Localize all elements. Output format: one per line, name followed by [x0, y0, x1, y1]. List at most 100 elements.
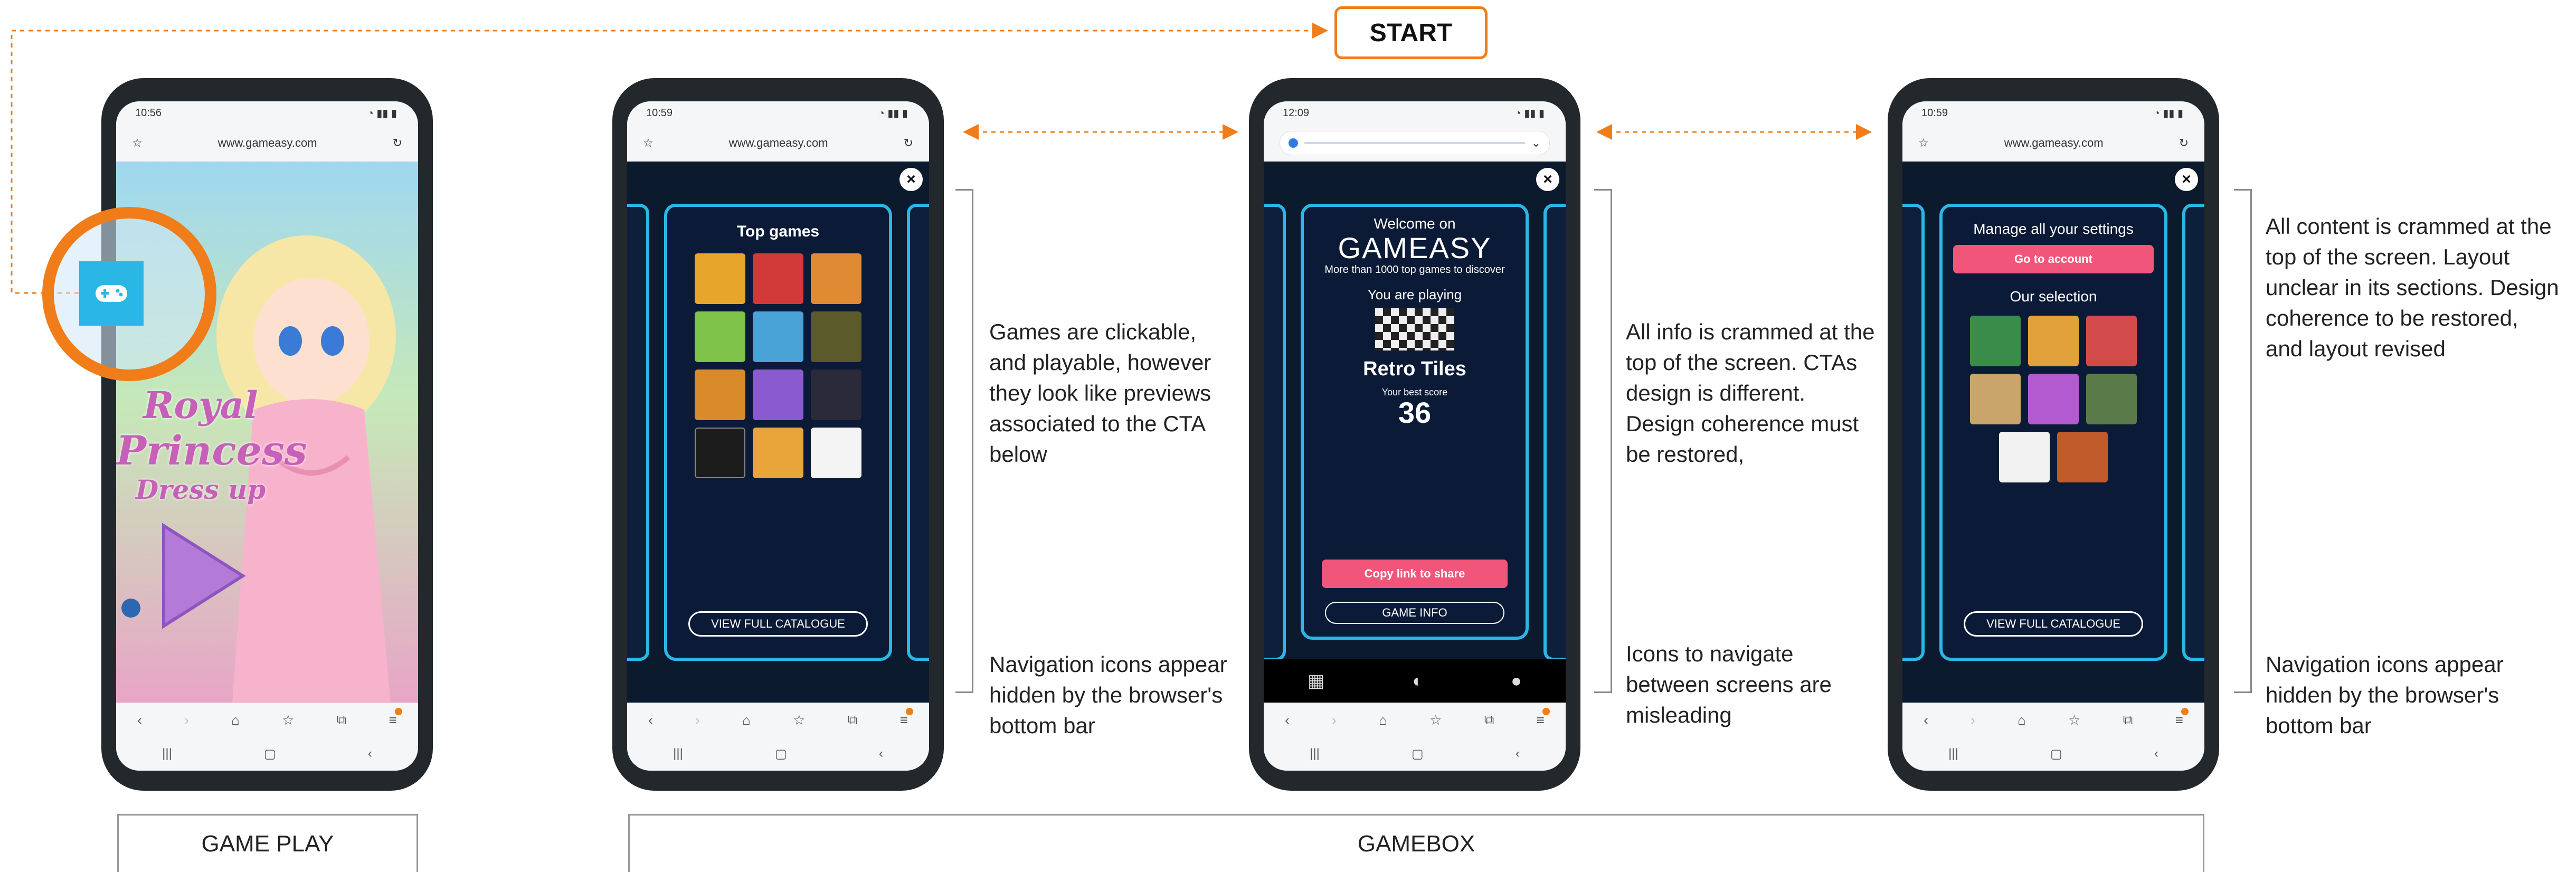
- system-nav-bar: ||| ▢ ‹: [627, 737, 929, 771]
- refresh-icon[interactable]: ↻: [2179, 136, 2189, 150]
- back-icon[interactable]: ‹: [1516, 746, 1520, 761]
- recents-icon[interactable]: |||: [1310, 746, 1320, 761]
- gamepad-icon[interactable]: ◐: [1413, 671, 1424, 691]
- tabs-icon[interactable]: ⧉: [337, 712, 347, 728]
- tabs-icon[interactable]: ⧉: [1484, 712, 1494, 728]
- game-tile[interactable]: [811, 253, 861, 304]
- game-tile[interactable]: [753, 311, 803, 362]
- game-tile[interactable]: [695, 369, 745, 420]
- game-info-button[interactable]: GAME INFO: [1325, 602, 1504, 624]
- gamebox-launcher-button[interactable]: [79, 261, 144, 326]
- prev-card[interactable]: [1264, 204, 1286, 661]
- star-icon[interactable]: ☆: [282, 712, 294, 728]
- forward-icon[interactable]: ›: [184, 712, 189, 728]
- game-tile[interactable]: [753, 428, 803, 478]
- close-icon[interactable]: ×: [899, 168, 923, 191]
- browser-url-bar[interactable]: ☆ www.gameasy.com ↻: [116, 125, 418, 162]
- star-icon[interactable]: ☆: [643, 136, 654, 150]
- recents-icon[interactable]: |||: [1948, 746, 1958, 761]
- game-tile[interactable]: [811, 428, 861, 478]
- browser-url-bar[interactable]: ☆ www.gameasy.com ↻: [627, 125, 929, 162]
- tabs-icon[interactable]: ⧉: [848, 712, 858, 728]
- url-text[interactable]: www.gameasy.com: [143, 136, 393, 150]
- back-icon[interactable]: ‹: [648, 712, 653, 728]
- game-tile[interactable]: [1999, 432, 2050, 482]
- media-slider[interactable]: ⌄: [1280, 131, 1550, 155]
- home-icon[interactable]: ⌂: [231, 712, 240, 728]
- browser-url-bar[interactable]: ☆ www.gameasy.com ↻: [1902, 125, 2204, 162]
- next-card[interactable]: [2182, 204, 2204, 661]
- star-icon[interactable]: ☆: [2068, 712, 2080, 728]
- view-catalogue-button[interactable]: VIEW FULL CATALOGUE: [688, 611, 868, 637]
- url-text[interactable]: www.gameasy.com: [654, 136, 904, 150]
- home-icon[interactable]: ⌂: [1379, 712, 1387, 728]
- game-tile[interactable]: [1970, 374, 2021, 424]
- annotation-screen3-bottom: Icons to navigate between screens are mi…: [1626, 641, 1832, 727]
- game-tile[interactable]: [2086, 374, 2137, 424]
- game-tile[interactable]: [811, 311, 861, 362]
- game-tile[interactable]: [2028, 316, 2079, 366]
- grid-icon[interactable]: ▦: [1308, 670, 1324, 691]
- refresh-icon[interactable]: ↻: [393, 136, 402, 150]
- menu-icon[interactable]: ≡: [900, 707, 914, 728]
- star-icon[interactable]: ☆: [793, 712, 805, 728]
- menu-icon[interactable]: ≡: [2175, 707, 2189, 728]
- user-icon[interactable]: ●: [1511, 671, 1522, 691]
- recents-icon[interactable]: |||: [162, 746, 172, 761]
- refresh-icon[interactable]: ↻: [904, 136, 913, 150]
- status-icons: ◔ ▮▮ ▮: [1514, 107, 1545, 119]
- star-icon[interactable]: ☆: [132, 136, 143, 150]
- go-to-account-button[interactable]: Go to account: [1953, 245, 2154, 273]
- prev-card[interactable]: [1902, 204, 1925, 661]
- back-icon[interactable]: ‹: [368, 746, 372, 761]
- menu-icon[interactable]: ≡: [389, 707, 403, 728]
- best-score-value: 36: [1398, 396, 1432, 429]
- copy-link-button[interactable]: Copy link to share: [1322, 560, 1508, 588]
- phone-welcome: 12:09 ◔ ▮▮ ▮ ⌄ × Welcome on GAMEASY More …: [1249, 78, 1580, 791]
- settings-card: Manage all your settings Go to account O…: [1939, 204, 2167, 661]
- back-icon[interactable]: ‹: [2154, 746, 2158, 761]
- close-icon[interactable]: ×: [2175, 168, 2198, 191]
- game-tile[interactable]: [753, 369, 803, 420]
- url-text[interactable]: www.gameasy.com: [1929, 136, 2179, 150]
- next-card[interactable]: [907, 204, 929, 661]
- chevron-down-icon[interactable]: ⌄: [1531, 136, 1541, 150]
- prev-card[interactable]: [627, 204, 649, 661]
- game-tile[interactable]: [811, 369, 861, 420]
- home-button-icon[interactable]: ▢: [775, 746, 787, 762]
- close-icon[interactable]: ×: [1536, 168, 1559, 191]
- game-tile[interactable]: [695, 311, 745, 362]
- star-icon[interactable]: ☆: [1429, 712, 1442, 728]
- game-tile[interactable]: [1970, 316, 2021, 366]
- forward-icon[interactable]: ›: [1971, 712, 1975, 728]
- forward-icon[interactable]: ›: [695, 712, 700, 728]
- game-tile[interactable]: [695, 253, 745, 304]
- back-icon[interactable]: ‹: [1924, 712, 1928, 728]
- brand-subtitle: More than 1000 top games to discover: [1324, 264, 1505, 276]
- home-icon[interactable]: ⌂: [742, 712, 751, 728]
- recents-icon[interactable]: |||: [673, 746, 683, 761]
- game-tile[interactable]: [2086, 316, 2137, 366]
- game-tile[interactable]: [2057, 432, 2108, 482]
- forward-icon[interactable]: ›: [1332, 712, 1337, 728]
- game-tile[interactable]: [2028, 374, 2079, 424]
- game-tile[interactable]: [695, 428, 745, 478]
- back-icon[interactable]: ‹: [1285, 712, 1290, 728]
- back-icon[interactable]: ‹: [879, 746, 883, 761]
- view-catalogue-button[interactable]: VIEW FULL CATALOGUE: [1964, 611, 2143, 637]
- game-thumbnail[interactable]: [1375, 308, 1454, 350]
- star-icon[interactable]: ☆: [1918, 136, 1929, 150]
- home-button-icon[interactable]: ▢: [2050, 746, 2062, 762]
- home-icon[interactable]: ⌂: [2018, 712, 2026, 728]
- tabs-icon[interactable]: ⧉: [2123, 712, 2133, 728]
- back-icon[interactable]: ‹: [137, 712, 142, 728]
- slider-thumb[interactable]: [1289, 138, 1298, 148]
- media-slider-bar[interactable]: ⌄: [1264, 125, 1566, 162]
- home-button-icon[interactable]: ▢: [264, 746, 276, 762]
- top-games-card: Top games VIEW FULL CATALOGUE: [664, 204, 892, 661]
- menu-icon[interactable]: ≡: [1537, 707, 1550, 728]
- next-card[interactable]: [1543, 204, 1566, 661]
- game-tile[interactable]: [753, 253, 803, 304]
- home-button-icon[interactable]: ▢: [1412, 746, 1424, 762]
- game-title: Royal Princess Dress up: [116, 383, 307, 505]
